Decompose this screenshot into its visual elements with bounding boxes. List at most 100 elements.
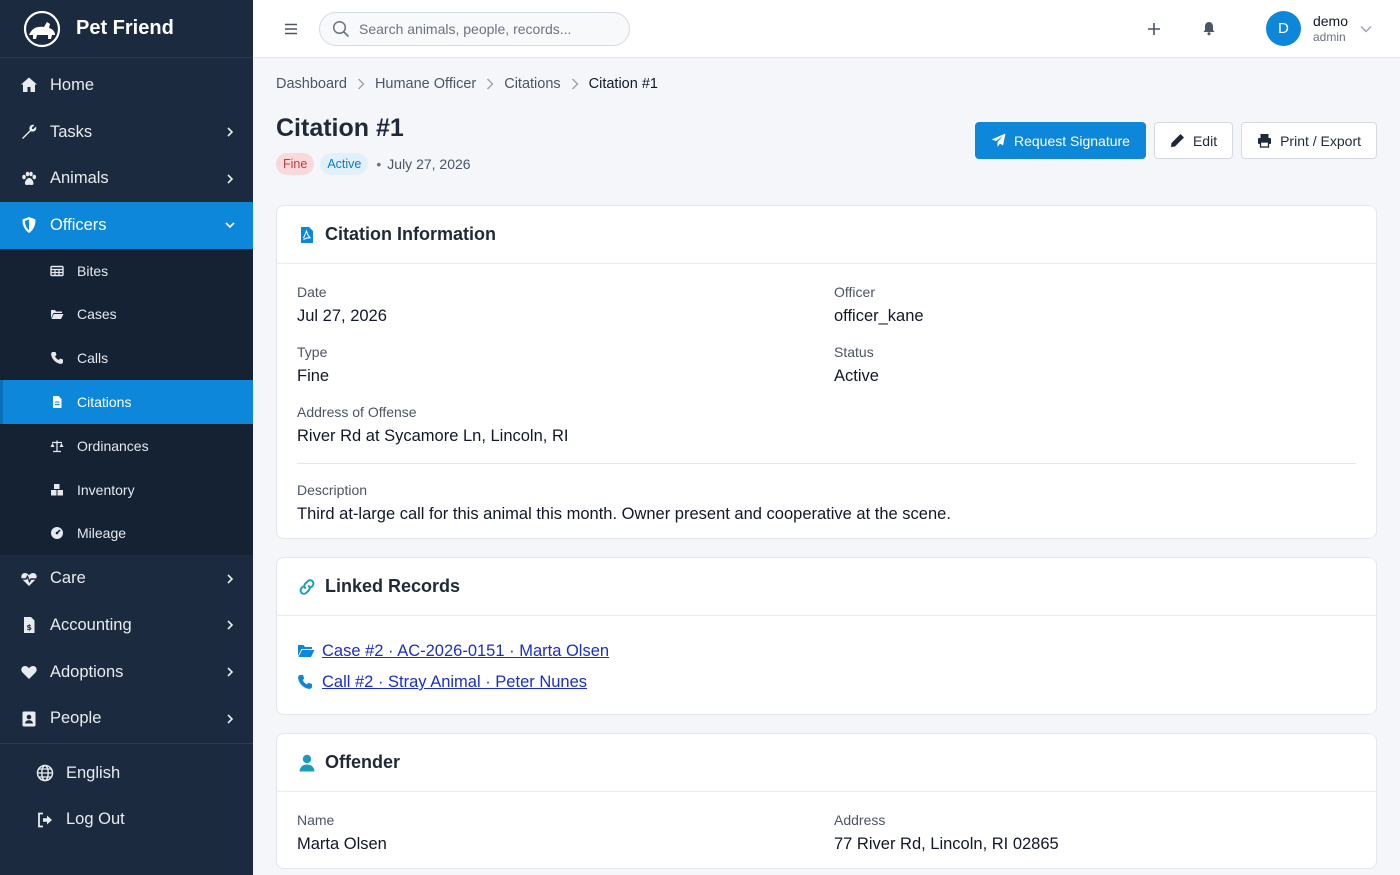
chevron-right-icon [223, 712, 237, 726]
chevron-down-icon [1360, 25, 1372, 32]
home-icon [20, 76, 38, 94]
wrench-icon [20, 123, 38, 141]
nav-item-care[interactable]: Care [0, 555, 253, 602]
brand[interactable]: Pet Friend [0, 0, 253, 58]
chevron-right-icon [223, 172, 237, 186]
field-value: 77 River Rd, Lincoln, RI 02865 [834, 835, 1059, 853]
type-badge: Fine [276, 153, 315, 175]
user-icon [297, 753, 317, 773]
user-menu[interactable]: D demo admin [1265, 11, 1372, 46]
citation-info-body: Date Jul 27, 2026 Officer officer_kane T… [277, 264, 1376, 538]
field-status: Status Active [834, 344, 1356, 386]
print-export-label: Print / Export [1280, 132, 1361, 149]
case-link[interactable]: Case #2 · AC-2026-0151 · Marta Olsen [322, 642, 609, 661]
linked-records-card: Linked Records Case #2 · AC-2026-0151 · … [276, 557, 1377, 715]
search-box [319, 11, 630, 46]
logout-label: Log Out [66, 810, 125, 829]
field-value: Fine [297, 367, 330, 385]
pet-friend-logo-icon [22, 9, 62, 49]
nav-item-tasks[interactable]: Tasks [0, 109, 253, 156]
sub-label-citations: Citations [77, 394, 132, 411]
scale-balance-icon [50, 439, 64, 453]
list-item: Case #2 · AC-2026-0151 · Marta Olsen [297, 636, 1356, 667]
breadcrumb-citations[interactable]: Citations [504, 76, 560, 92]
topbar: D demo admin [253, 0, 1400, 58]
nav-item-adoptions[interactable]: Adoptions [0, 649, 253, 696]
print-export-button[interactable]: Print / Export [1241, 122, 1377, 159]
separator-dot: • [376, 156, 382, 172]
offender-card: Offender Name Marta Olsen Address 77 Riv… [276, 733, 1377, 869]
phone-icon [50, 351, 64, 365]
field-label: Date [297, 284, 327, 300]
sub-item-mileage[interactable]: Mileage [0, 512, 253, 556]
breadcrumb-dashboard[interactable]: Dashboard [276, 76, 347, 92]
logout-button[interactable]: Log Out [0, 797, 253, 844]
nav-item-animals[interactable]: Animals [0, 155, 253, 202]
menu-toggle-icon[interactable] [279, 17, 303, 41]
sub-item-citations[interactable]: Citations [0, 380, 253, 424]
heartbeat-icon [20, 570, 38, 588]
offender-fields: Name Marta Olsen Address 77 River Rd, Li… [297, 812, 1356, 854]
citation-info-title: Citation Information [325, 224, 496, 244]
paper-plane-icon [991, 133, 1006, 148]
linked-records-list: Case #2 · AC-2026-0151 · Marta Olsen Cal… [277, 616, 1376, 714]
sign-out-icon [36, 811, 54, 829]
nav-label-home: Home [50, 75, 95, 94]
search-input[interactable] [359, 20, 609, 37]
request-signature-button[interactable]: Request Signature [974, 122, 1146, 159]
nav-label-officers: Officers [50, 215, 107, 234]
sub-item-ordinances[interactable]: Ordinances [0, 424, 253, 468]
boxes-icon [50, 483, 64, 497]
edit-label: Edit [1192, 132, 1218, 149]
main-content: Dashboard Humane Officer Citations Citat… [253, 58, 1400, 875]
sub-item-inventory[interactable]: Inventory [0, 468, 253, 512]
offender-title: Offender [325, 752, 401, 772]
svg-text:$: $ [26, 623, 32, 632]
field-label: Officer [834, 284, 875, 300]
sub-item-calls[interactable]: Calls [0, 336, 253, 380]
sub-item-bites[interactable]: Bites [0, 249, 253, 293]
invoice-dollar-icon: $ [20, 616, 38, 634]
nav-item-officers[interactable]: Officers [0, 202, 253, 249]
sub-label-mileage: Mileage [77, 525, 127, 542]
citation-info-card: Citation Information Date Jul 27, 2026 O… [276, 205, 1377, 539]
nav-label-accounting: Accounting [50, 615, 132, 634]
nav-item-home[interactable]: Home [0, 62, 253, 109]
user-role: admin [1312, 29, 1346, 44]
page-heading: Citation #1 Fine Active • July 27, 2026 [276, 114, 471, 175]
sub-label-cases: Cases [77, 306, 117, 323]
field-value: Marta Olsen [297, 835, 387, 853]
divider [297, 463, 1356, 464]
link-icon [297, 577, 317, 597]
breadcrumb-humane-officer[interactable]: Humane Officer [375, 76, 476, 92]
shield-icon [20, 216, 38, 234]
linked-records-header: Linked Records [277, 558, 1376, 616]
file-pdf-icon [297, 225, 317, 245]
field-type: Type Fine [297, 344, 834, 386]
paw-icon [20, 170, 38, 188]
breadcrumb: Dashboard Humane Officer Citations Citat… [276, 58, 1377, 110]
language-selector[interactable]: English [0, 750, 253, 797]
field-date: Date Jul 27, 2026 [297, 284, 834, 326]
nav-item-people[interactable]: People [0, 695, 253, 742]
topbar-actions: D demo admin [1140, 0, 1400, 58]
field-label: Type [297, 344, 328, 360]
page-date: July 27, 2026 [387, 156, 471, 172]
field-value: Active [834, 367, 879, 385]
nav-item-accounting[interactable]: $ Accounting [0, 602, 253, 649]
field-name: Name Marta Olsen [297, 812, 834, 854]
heart-icon [20, 663, 38, 681]
pencil-icon [1170, 133, 1185, 148]
call-link[interactable]: Call #2 · Stray Animal · Peter Nunes [322, 673, 587, 692]
field-value: Jul 27, 2026 [297, 307, 387, 325]
offender-header: Offender [277, 734, 1376, 792]
sub-item-cases[interactable]: Cases [0, 293, 253, 337]
list-item: Call #2 · Stray Animal · Peter Nunes [297, 667, 1356, 698]
plus-icon [1147, 22, 1160, 35]
chevron-right-icon [571, 78, 579, 90]
field-description: Description Third at-large call for this… [297, 482, 1356, 524]
citation-info-header: Citation Information [277, 206, 1376, 264]
add-button[interactable] [1140, 15, 1168, 43]
edit-button[interactable]: Edit [1153, 122, 1234, 159]
notifications-button[interactable] [1195, 15, 1223, 43]
